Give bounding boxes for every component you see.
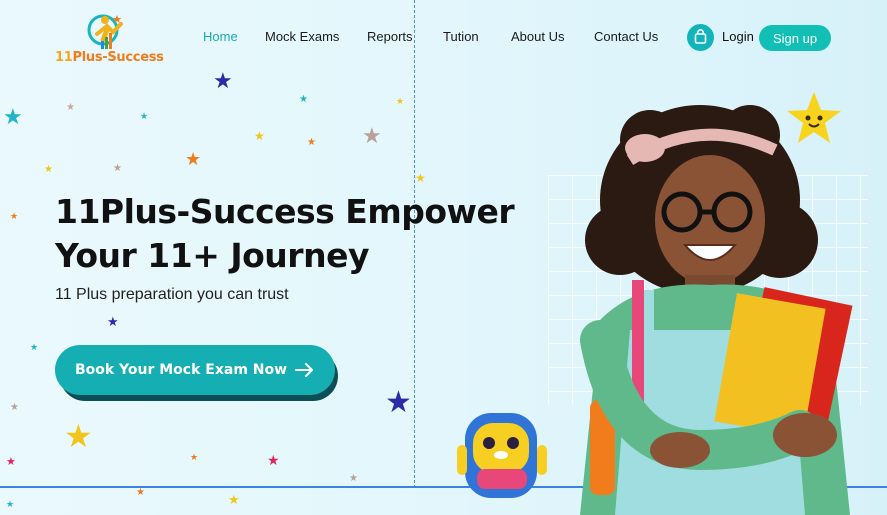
star-icon: ★ bbox=[213, 68, 233, 93]
star-icon: ★ bbox=[64, 418, 93, 454]
star-icon: ★ bbox=[254, 129, 265, 143]
cart-button[interactable] bbox=[687, 24, 714, 51]
star-icon: ★ bbox=[107, 314, 119, 329]
hero-title-line-2: Your 11+ Journey bbox=[55, 236, 369, 275]
nav-reports[interactable]: Reports bbox=[367, 29, 413, 44]
star-icon: ★ bbox=[385, 386, 412, 419]
nav-contact-us[interactable]: Contact Us bbox=[594, 29, 658, 44]
star-icon: ★ bbox=[307, 137, 316, 148]
star-icon: ★ bbox=[185, 149, 202, 169]
star-icon: ★ bbox=[140, 111, 149, 121]
nav-mock-exams[interactable]: Mock Exams bbox=[265, 29, 339, 44]
student-girl-illustration bbox=[580, 105, 853, 515]
star-icon: ★ bbox=[299, 94, 308, 105]
signup-button[interactable]: Sign up bbox=[759, 25, 831, 51]
star-icon: ★ bbox=[3, 104, 23, 129]
star-icon: ★ bbox=[6, 499, 15, 509]
star-icon: ★ bbox=[10, 402, 19, 413]
star-icon: ★ bbox=[396, 96, 405, 106]
arrow-right-icon bbox=[295, 363, 314, 377]
book-mock-exam-button[interactable]: Book Your Mock Exam Now bbox=[55, 345, 335, 395]
cta-label: Book Your Mock Exam Now bbox=[74, 362, 288, 378]
hero-subtitle: 11 Plus preparation you can trust bbox=[55, 286, 289, 303]
nav-home[interactable]: Home bbox=[203, 29, 238, 44]
shopping-bag-icon bbox=[694, 29, 707, 44]
star-icon: ★ bbox=[44, 164, 53, 175]
nav-about-us[interactable]: About Us bbox=[511, 29, 564, 44]
star-icon: ★ bbox=[267, 452, 280, 468]
star-icon: ★ bbox=[10, 211, 19, 221]
star-icon: ★ bbox=[362, 123, 382, 148]
logo-name: Plus-Success bbox=[72, 50, 164, 65]
star-icon: ★ bbox=[30, 342, 39, 352]
logo-figure-icon bbox=[87, 14, 123, 49]
star-icon: ★ bbox=[136, 487, 145, 498]
login-link[interactable]: Login bbox=[722, 29, 754, 44]
star-icon: ★ bbox=[349, 473, 358, 484]
logo-text: 11Plus-Success bbox=[55, 50, 164, 65]
star-icon: ★ bbox=[190, 452, 199, 462]
logo-number: 11 bbox=[55, 50, 73, 65]
star-icon: ★ bbox=[228, 492, 240, 507]
smiling-star-icon bbox=[787, 92, 841, 143]
hero-title-line-1: 11Plus-Success Empower bbox=[55, 192, 515, 231]
star-icon: ★ bbox=[66, 102, 75, 113]
star-icon: ★ bbox=[6, 456, 16, 468]
backpack-mascot-illustration bbox=[457, 413, 547, 498]
hero-title: 11Plus-Success Empower Your 11+ Journey bbox=[55, 190, 515, 278]
star-icon: ★ bbox=[113, 163, 122, 174]
nav-tution[interactable]: Tution bbox=[443, 29, 479, 44]
brand-logo[interactable]: 11Plus-Success bbox=[55, 12, 165, 68]
star-icon: ★ bbox=[415, 171, 426, 185]
